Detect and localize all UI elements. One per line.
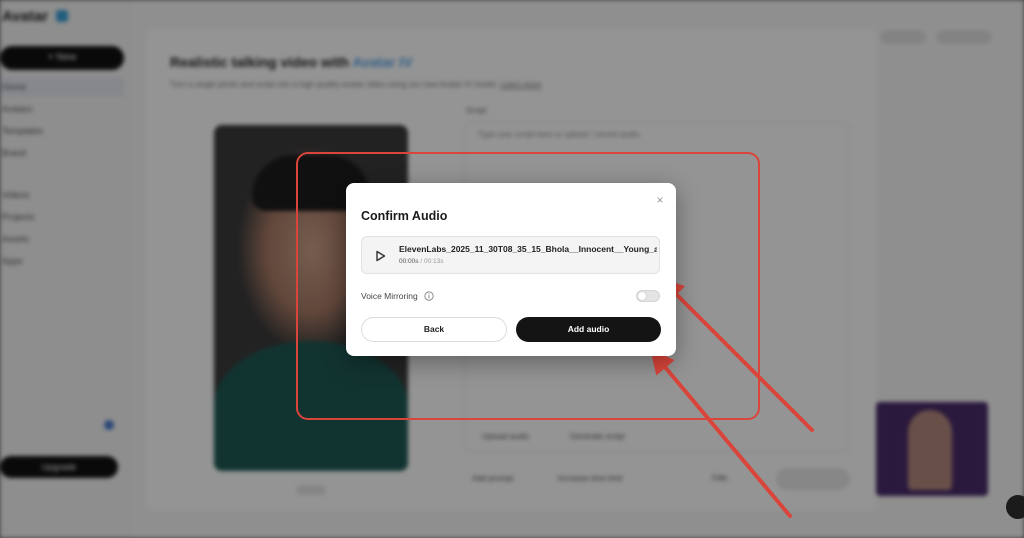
audio-player: ElevenLabs_2025_11_30T08_35_15_Bhola__In… — [361, 236, 660, 274]
dialog-title: Confirm Audio — [361, 209, 448, 223]
info-icon[interactable] — [424, 291, 434, 301]
toggle-knob — [638, 292, 646, 300]
close-icon[interactable]: × — [652, 192, 668, 208]
audio-file-name: ElevenLabs_2025_11_30T08_35_15_Bhola__In… — [399, 244, 657, 254]
add-audio-button[interactable]: Add audio — [516, 317, 661, 342]
audio-time: 00:00s / 00:13s — [399, 258, 444, 265]
voice-mirroring-label: Voice Mirroring — [361, 291, 418, 301]
confirm-audio-dialog: Confirm Audio × ElevenLabs_2025_11_30T08… — [346, 183, 676, 356]
help-badge-icon[interactable] — [1006, 495, 1024, 519]
play-icon[interactable] — [372, 248, 388, 264]
back-button[interactable]: Back — [361, 317, 507, 342]
voice-mirroring-toggle[interactable] — [636, 290, 660, 302]
